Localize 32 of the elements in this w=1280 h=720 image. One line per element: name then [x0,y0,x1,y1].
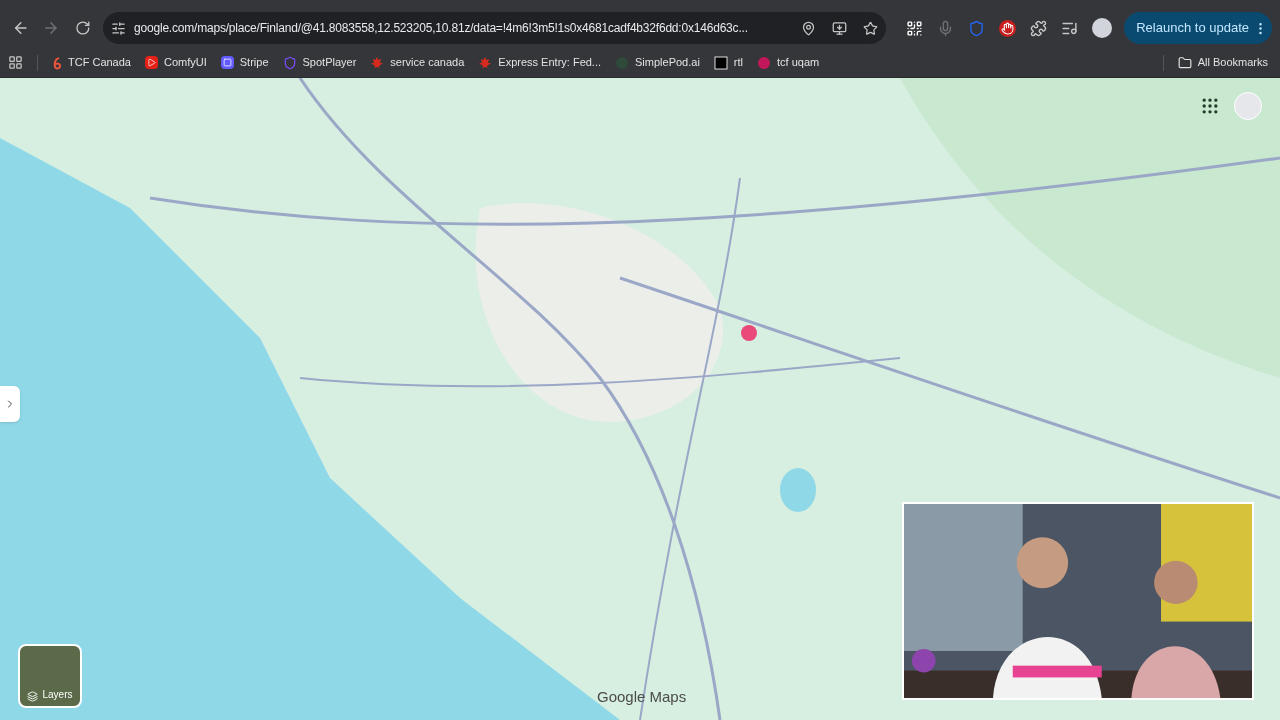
site-settings-icon[interactable] [111,20,126,36]
bookmark-item[interactable]: TCF Canada [52,54,131,71]
bookmark-item[interactable]: Stripe [220,54,269,71]
location-icon[interactable] [801,20,817,36]
play-icon [145,56,158,69]
apps-icon[interactable] [8,55,23,70]
extensions-icon[interactable] [1030,19,1048,37]
profile-avatar[interactable] [1092,18,1113,38]
bookmark-item[interactable]: rtl [713,54,744,71]
relaunch-button[interactable]: Relaunch to update [1124,12,1272,44]
bookmark-item[interactable]: SimplePod.ai [615,54,700,71]
square-icon [220,56,234,69]
bookmark-item[interactable]: service canada [370,54,465,71]
address-bar[interactable]: google.com/maps/place/Finland/@41.8083558,12.523205,10.81z/data=!4m6!3m5!1s0x4681cadf4b32f6dd:0x146d63c... [103,12,887,44]
ball-icon [757,55,772,70]
all-bookmarks-button[interactable]: All Bookmarks [1177,54,1272,71]
folder-icon [1177,55,1192,70]
six-icon [52,55,62,70]
maple-leaf-icon [478,55,493,70]
bookmark-star-icon[interactable] [863,20,879,36]
reload-button[interactable] [75,20,91,36]
back-button[interactable] [12,19,30,37]
qr-code-icon[interactable] [906,19,924,37]
install-icon[interactable] [832,20,848,36]
bookmark-item[interactable]: Express Entry: Fed... [478,54,602,71]
url-text: google.com/maps/place/Finland/@41.8083558,12.523205,10.81z/data=!4m6!3m5!1s0x4681cadf4b32f6dd:0x146d63c... [134,20,749,37]
hand-icon[interactable] [999,19,1017,37]
bookmark-item[interactable]: tcf uqam [757,54,820,71]
shield-icon [282,55,297,70]
bookmark-item[interactable]: ComfyUI [145,54,207,71]
maple-leaf-icon [370,55,385,70]
bookmark-item[interactable]: SpotPlayer [282,54,357,71]
